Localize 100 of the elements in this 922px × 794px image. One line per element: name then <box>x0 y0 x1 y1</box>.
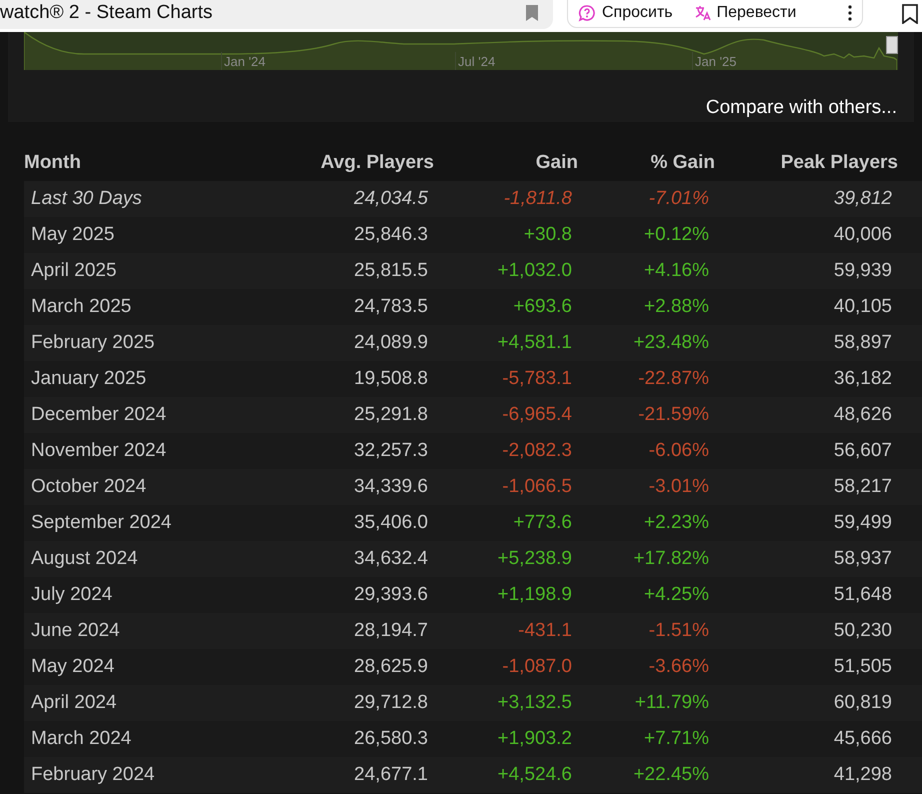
table-cell-text: July 2024 <box>30 582 114 607</box>
table-cell-text: -6.06% <box>648 438 710 463</box>
table-cell-text: +0.12% <box>643 222 710 247</box>
table-cell-text: 29,393.6 <box>353 582 429 607</box>
table-cell-text: -3.01% <box>648 474 710 499</box>
table-cell-text: 40,006 <box>832 222 893 247</box>
table-cell-text: March 2025 <box>30 294 132 319</box>
axis-label: Jul '24 <box>455 52 496 70</box>
table-cell-text: 28,194.7 <box>353 618 429 643</box>
table-cell-text: +1,903.2 <box>496 726 573 751</box>
table-cell-text: 58,937 <box>832 546 893 571</box>
table-cell-text: +30.8 <box>522 222 573 247</box>
table-cell-text: -7.01% <box>648 186 710 211</box>
table-cell-text: 25,846.3 <box>353 222 429 247</box>
table-cell-text: -5,783.1 <box>501 366 573 391</box>
table-cell-text: +4,524.6 <box>496 762 573 787</box>
table-cell-text: +22.45% <box>632 762 710 787</box>
table-cell-text: February 2025 <box>30 330 156 355</box>
table-cell-text: -431.1 <box>517 618 573 643</box>
table-cell-text: March 2024 <box>30 726 132 751</box>
table-cell-text: -21.59% <box>637 402 710 427</box>
table-cell-text: 24,034.5 <box>353 186 429 211</box>
table-cell-text: 56,607 <box>832 438 893 463</box>
table-cell-text: February 2024 <box>30 762 156 787</box>
table-cell-text: +2.23% <box>643 510 710 535</box>
table-cell-text: May 2025 <box>30 222 116 247</box>
table-cell-text: 29,712.8 <box>353 690 429 715</box>
table-cell-text: +4.25% <box>643 582 710 607</box>
table-cell-text: +1,032.0 <box>496 258 573 283</box>
table-cell-text: -1.51% <box>648 618 710 643</box>
table-cell-text: 36,182 <box>832 366 893 391</box>
compare-link[interactable]: Compare with others... <box>706 94 897 122</box>
column-header: % Gain <box>650 151 715 176</box>
ask-button[interactable]: Спросить <box>578 0 673 25</box>
table-cell-text: Last 30 Days <box>30 186 143 211</box>
table-cell-text: 34,632.4 <box>353 546 429 571</box>
question-bubble-icon <box>578 4 596 22</box>
table-cell-text: 24,783.5 <box>353 294 429 319</box>
table-cell-text: December 2024 <box>30 402 168 427</box>
column-header: Peak Players <box>780 151 898 176</box>
table-cell-text: -22.87% <box>637 366 710 391</box>
table-cell-text: 59,939 <box>832 258 893 283</box>
table-cell-text: +11.79% <box>634 690 710 715</box>
axis-label: Jan '25 <box>692 52 737 70</box>
bookmark-icon[interactable] <box>902 4 918 24</box>
table-cell-text: 58,217 <box>832 474 893 499</box>
table-cell-text: April 2024 <box>30 690 118 715</box>
table-cell-text: 25,815.5 <box>353 258 429 283</box>
table-cell-text: 40,105 <box>832 294 893 319</box>
table-cell-text: -6,965.4 <box>501 402 573 427</box>
table-cell-text: -3.66% <box>648 654 710 679</box>
table-cell-text: August 2024 <box>30 546 139 571</box>
table-cell-text: 34,339.6 <box>353 474 429 499</box>
table-cell-text: May 2024 <box>30 654 116 679</box>
table-cell-text: +4.16% <box>643 258 710 283</box>
tab-title: watch® 2 - Steam Charts <box>0 0 213 25</box>
table-cell-text: 19,508.8 <box>353 366 429 391</box>
table-cell-text: 41,298 <box>832 762 893 787</box>
column-header: Gain <box>534 151 578 176</box>
table-cell-text: -2,082.3 <box>501 438 573 463</box>
table-cell-text: -1,811.8 <box>502 186 573 211</box>
axis-label: Jan '24 <box>221 52 266 70</box>
table-cell-text: -1,066.5 <box>501 474 573 499</box>
table-cell-text: January 2025 <box>30 366 148 391</box>
table-cell-text: +7.71% <box>643 726 710 751</box>
table-cell-text: 32,257.3 <box>353 438 429 463</box>
scroll-handle[interactable] <box>886 36 898 54</box>
translate-button[interactable]: Перевести <box>692 0 796 25</box>
table-cell-text: 51,505 <box>832 654 893 679</box>
column-header: Avg. Players <box>320 151 434 176</box>
table-cell-text: +693.6 <box>512 294 573 319</box>
table-cell-text: +1,198.9 <box>496 582 573 607</box>
more-icon[interactable] <box>848 5 852 21</box>
table-cell-text: +773.6 <box>512 510 573 535</box>
table-cell-text: November 2024 <box>30 438 168 463</box>
table-cell-text: 25,291.8 <box>353 402 429 427</box>
column-header: Month <box>24 151 82 176</box>
table-cell-text: +23.48% <box>632 330 710 355</box>
table-cell-text: September 2024 <box>30 510 172 535</box>
table-cell-text: 60,819 <box>832 690 893 715</box>
table-cell-text: 28,625.9 <box>353 654 429 679</box>
table-cell-text: 39,812 <box>832 186 893 211</box>
table-cell-text: 45,666 <box>832 726 893 751</box>
table-cell-text: -1,087.0 <box>501 654 573 679</box>
table-cell-text: +4,581.1 <box>496 330 573 355</box>
table-cell-text: April 2025 <box>30 258 118 283</box>
table-cell-text: 26,580.3 <box>353 726 429 751</box>
table-cell-text: 51,648 <box>832 582 893 607</box>
table-cell-text: 35,406.0 <box>353 510 429 535</box>
table-cell-text: 24,677.1 <box>353 762 429 787</box>
table-cell-text: +17.82% <box>632 546 710 571</box>
table-cell-text: 58,897 <box>832 330 893 355</box>
table-cell-text: 50,230 <box>832 618 893 643</box>
table-cell-text: +3,132.5 <box>496 690 573 715</box>
table-cell-text: 59,499 <box>832 510 893 535</box>
table-cell-text: October 2024 <box>30 474 148 499</box>
table-cell-text: June 2024 <box>30 618 121 643</box>
table-cell-text: +5,238.9 <box>496 546 573 571</box>
table-cell-text: 48,626 <box>832 402 893 427</box>
table-cell-text: +2.88% <box>643 294 710 319</box>
